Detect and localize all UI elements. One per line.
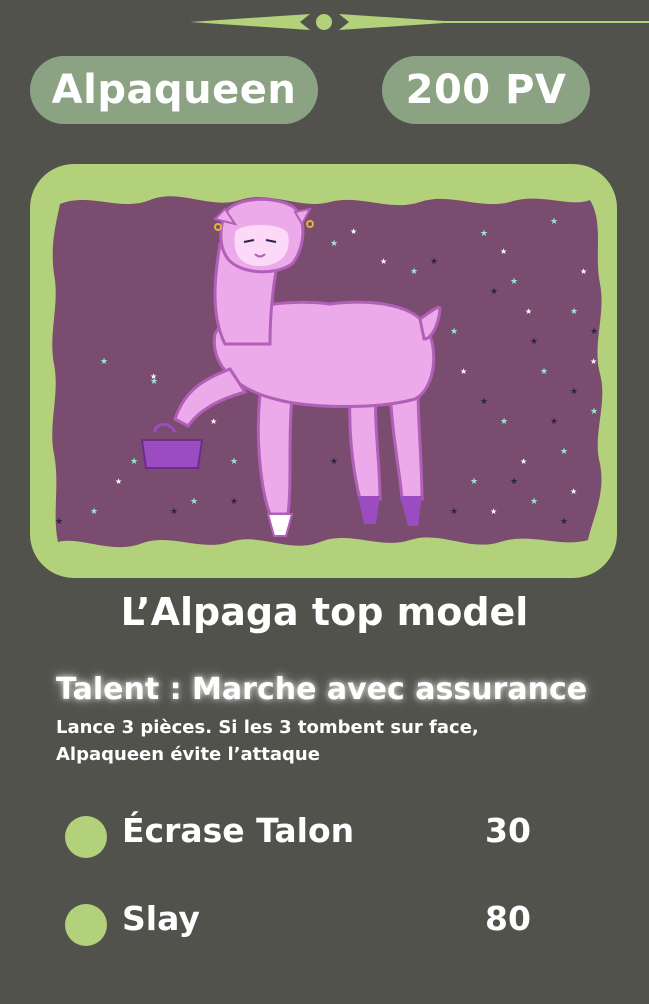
attack-name: Slay xyxy=(122,899,200,938)
svg-text:★: ★ xyxy=(410,267,418,277)
attack-damage: 80 xyxy=(485,899,531,938)
svg-text:★: ★ xyxy=(130,457,138,467)
svg-text:★: ★ xyxy=(480,397,488,407)
svg-text:★: ★ xyxy=(570,487,577,496)
svg-text:★: ★ xyxy=(115,477,122,486)
card-artwork-frame: ★ ★ ★ ★ ★ ★ ★ ★ ★ ★ ★ ★ ★ ★ ★ ★ ★ ★ ★ ★ ★ ★ ★ ★ ★ ★ ★… xyxy=(30,164,617,578)
svg-text:★: ★ xyxy=(570,307,578,317)
svg-text:★: ★ xyxy=(430,257,438,267)
svg-text:★: ★ xyxy=(550,417,558,427)
svg-text:★: ★ xyxy=(590,327,598,337)
talent-description-line: Alpaqueen évite l’attaque xyxy=(56,744,320,765)
svg-text:★: ★ xyxy=(170,507,178,517)
svg-text:★: ★ xyxy=(230,457,238,467)
talent-title: Talent : Marche avec assurance xyxy=(56,672,588,707)
ornament-divider-icon xyxy=(0,14,649,30)
svg-text:★: ★ xyxy=(150,372,157,381)
svg-text:★: ★ xyxy=(590,407,598,417)
svg-text:★: ★ xyxy=(350,227,357,236)
svg-text:★: ★ xyxy=(570,387,578,397)
svg-text:★: ★ xyxy=(55,517,63,527)
svg-text:★: ★ xyxy=(490,507,497,516)
svg-text:★: ★ xyxy=(530,497,538,507)
svg-text:★: ★ xyxy=(550,217,558,227)
svg-text:★: ★ xyxy=(500,417,508,427)
svg-text:★: ★ xyxy=(330,239,338,249)
svg-text:★: ★ xyxy=(490,287,498,297)
attack-row: Slay 80 xyxy=(0,894,649,954)
card-name: Alpaqueen xyxy=(51,67,297,113)
card-subtitle: L’Alpaga top model xyxy=(120,590,529,634)
svg-text:★: ★ xyxy=(230,497,238,507)
svg-text:★: ★ xyxy=(540,367,548,377)
svg-text:★: ★ xyxy=(580,267,587,276)
svg-text:★: ★ xyxy=(510,477,518,487)
svg-text:★: ★ xyxy=(530,337,538,347)
svg-text:★: ★ xyxy=(520,457,527,466)
hit-points-badge: 200 PV xyxy=(382,56,590,124)
svg-text:★: ★ xyxy=(100,357,108,367)
svg-text:★: ★ xyxy=(560,517,568,527)
attack-row: Écrase Talon 30 xyxy=(0,806,649,866)
svg-text:★: ★ xyxy=(470,477,478,487)
talent-description-line: Lance 3 pièces. Si les 3 tombent sur fac… xyxy=(56,717,479,738)
svg-text:★: ★ xyxy=(190,497,198,507)
hit-points: 200 PV xyxy=(405,67,567,113)
svg-text:★: ★ xyxy=(560,447,568,457)
svg-text:★: ★ xyxy=(450,507,458,517)
alpaca-illustration: ★ ★ ★ ★ ★ ★ ★ ★ ★ ★ ★ ★ ★ ★ ★ ★ ★ ★ ★ ★ ★ ★ ★ ★ ★ ★ ★… xyxy=(52,196,603,548)
svg-text:★: ★ xyxy=(500,247,507,256)
svg-text:★: ★ xyxy=(210,417,217,426)
svg-text:★: ★ xyxy=(380,257,387,266)
svg-text:★: ★ xyxy=(330,457,338,467)
svg-text:★: ★ xyxy=(590,357,597,366)
svg-text:★: ★ xyxy=(510,277,518,287)
svg-text:★: ★ xyxy=(460,367,467,376)
energy-dot-icon xyxy=(65,816,107,858)
svg-text:★: ★ xyxy=(525,307,532,316)
svg-text:★: ★ xyxy=(450,327,458,337)
svg-text:★: ★ xyxy=(480,229,488,239)
talent-description: Lance 3 pièces. Si les 3 tombent sur fac… xyxy=(56,714,576,768)
energy-dot-icon xyxy=(65,904,107,946)
attack-name: Écrase Talon xyxy=(122,811,355,850)
card-name-badge: Alpaqueen xyxy=(30,56,318,124)
attack-damage: 30 xyxy=(485,811,531,850)
svg-text:★: ★ xyxy=(90,507,98,517)
